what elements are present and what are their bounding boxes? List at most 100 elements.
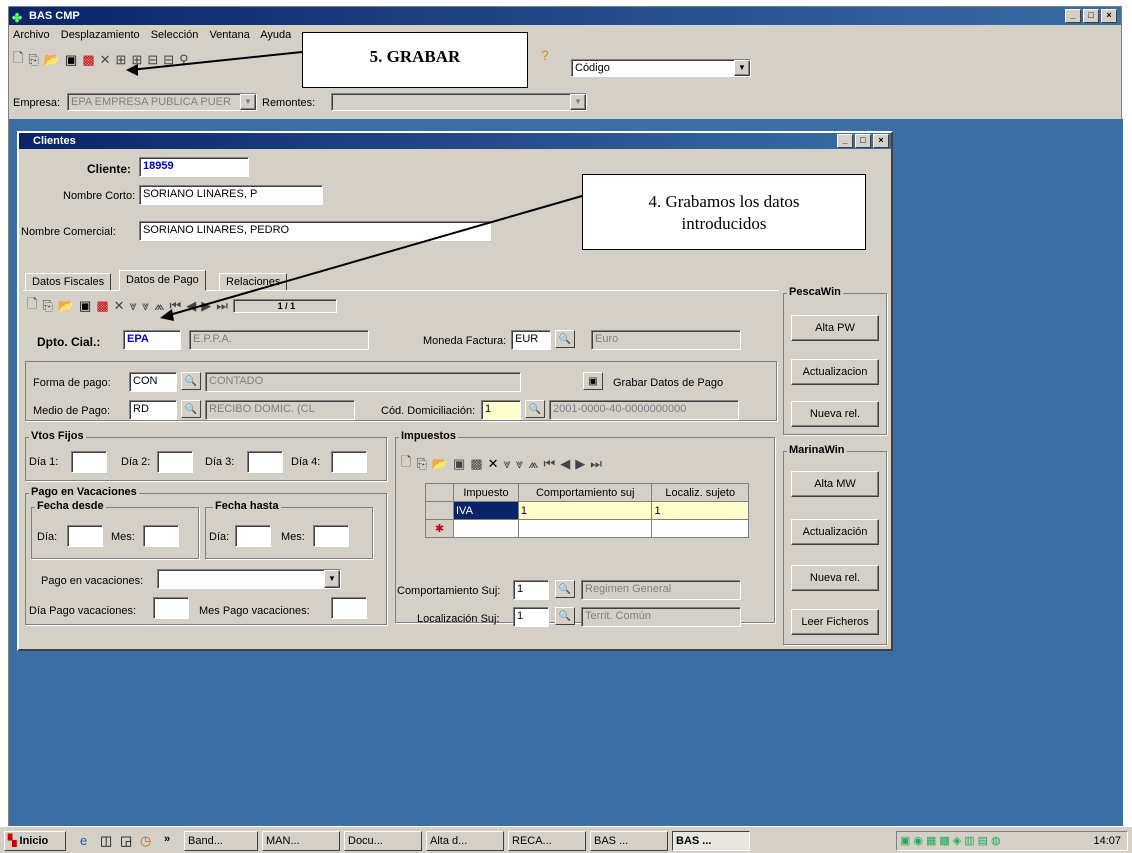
search-icon[interactable]: 🔍 [181,372,201,390]
search-icon[interactable]: 🔍 [181,400,201,418]
nueva-rel-mw-button[interactable]: Nueva rel. [791,565,879,591]
search-icon[interactable]: 🔍 [555,580,575,598]
clock-app-icon[interactable]: ◷ [140,833,151,849]
actualizacion-mw-button[interactable]: Actualización [791,519,879,545]
alta-mw-button[interactable]: Alta MW [791,471,879,497]
hasta-mes-field[interactable] [313,525,349,547]
desde-dia-field[interactable] [67,525,103,547]
grid3-icon[interactable]: ⊟ [147,52,158,68]
search-icon[interactable]: 🔍 [555,607,575,625]
desktop-icon[interactable]: ◫ [100,833,112,849]
task-docu[interactable]: Docu... [344,831,422,851]
prev-record-icon[interactable]: ◀ [560,456,570,472]
clientes-minimize-button[interactable]: _ [837,134,853,148]
task-alta[interactable]: Alta d... [426,831,504,851]
forma-field[interactable]: CON [129,372,177,392]
next-record-icon[interactable]: ▶ [201,298,211,314]
nombre-corto-field[interactable]: SORIANO LINARES, P [139,185,323,205]
close-button[interactable]: × [1101,9,1117,23]
menu-archivo[interactable]: Archivo [13,29,50,41]
loc-field[interactable]: 1 [513,607,549,627]
alta-pw-button[interactable]: Alta PW [791,315,879,341]
cell-empty[interactable] [453,519,519,538]
cell-comportamiento[interactable]: 1 [517,501,653,520]
task-bas2[interactable]: BAS ... [672,831,750,851]
cell-empty[interactable] [651,519,749,538]
filter-clear-icon[interactable]: ⩕ [154,298,164,314]
grid1-icon[interactable]: ⊞ [116,52,127,68]
dia3-field[interactable] [247,451,283,473]
next-record-icon[interactable]: ▶ [575,456,585,472]
chevron-down-icon[interactable]: ▼ [570,94,586,110]
dia2-field[interactable] [157,451,193,473]
menu-desplazamiento[interactable]: Desplazamiento [61,29,140,41]
tab-relaciones[interactable]: Relaciones [219,273,288,291]
clientes-close-button[interactable]: × [873,134,889,148]
mes-pago-vac-field[interactable] [331,597,367,619]
open-icon[interactable]: 📂 [432,456,448,472]
filter-icon[interactable]: ⩔ [130,298,137,314]
copy-icon[interactable]: ⎘ [416,456,426,472]
new-icon[interactable]: 🗋 [27,295,37,317]
filter2-icon[interactable]: ⩔ [142,298,149,314]
minimize-button[interactable]: _ [1065,9,1081,23]
codigo-select[interactable]: Código ▼ [571,59,751,77]
first-record-icon[interactable]: ⏮ [543,456,555,472]
quicklaunch-icon[interactable]: ◲ [120,833,132,849]
cell-empty[interactable] [517,519,653,538]
menu-ventana[interactable]: Ventana [209,29,249,41]
grid-header-comportamiento[interactable]: Comportamiento suj [517,483,653,502]
row-selector[interactable] [425,501,454,520]
cod-dom-field[interactable]: 1 [481,400,521,420]
chevron-down-icon[interactable]: ▼ [734,60,750,76]
empresa-field[interactable]: EPA EMPRESA PUBLICA PUER ▼ [67,93,257,111]
dia1-field[interactable] [71,451,107,473]
start-button[interactable]: ▚ Inicio [4,831,66,851]
save-icon[interactable]: ▣ [65,52,77,68]
nueva-rel-pw-button[interactable]: Nueva rel. [791,401,879,427]
dpto-field[interactable]: EPA [123,330,181,350]
binoculars-icon[interactable]: ⚲ [179,52,189,68]
grabar-datos-label[interactable]: Grabar Datos de Pago [613,377,723,389]
filter2-icon[interactable]: ⩔ [516,456,523,472]
delete-icon[interactable]: ✕ [114,298,125,314]
tab-datos-de-pago[interactable]: Datos de Pago [119,270,206,291]
pago-vac-select[interactable]: ▼ [157,569,341,589]
search-icon[interactable]: 🔍 [525,400,545,418]
open-icon[interactable]: 📂 [44,52,60,68]
cancel-save-icon[interactable]: ▩ [96,298,108,314]
task-bas1[interactable]: BAS ... [590,831,668,851]
cancel-save-icon[interactable]: ▩ [82,52,94,68]
grid2-icon[interactable]: ⊞ [131,52,142,68]
dia4-field[interactable] [331,451,367,473]
chevron-down-icon[interactable]: ▼ [324,570,340,588]
clientes-maximize-button[interactable]: □ [855,134,871,148]
menu-ayuda[interactable]: Ayuda [260,29,291,41]
menu-seleccion[interactable]: Selección [151,29,199,41]
tray-icons[interactable]: ▣◉▦▩◈▥▤◍ [900,835,1004,847]
maximize-button[interactable]: □ [1083,9,1099,23]
save-icon[interactable]: ▣ [79,298,91,314]
impuestos-grid[interactable]: Impuesto Comportamiento suj Localiz. suj… [425,483,749,538]
copy-icon[interactable]: ⎘ [42,298,52,314]
task-band[interactable]: Band... [184,831,258,851]
help-icon[interactable]: ? [541,47,549,63]
grid-header-impuesto[interactable]: Impuesto [453,483,519,502]
chevron-down-icon[interactable]: ▼ [240,94,256,110]
leer-ficheros-button[interactable]: Leer Ficheros [791,609,879,635]
prev-record-icon[interactable]: ◀ [186,298,196,314]
grid-header-localiz[interactable]: Localiz. sujeto [651,483,749,502]
tab-datos-fiscales[interactable]: Datos Fiscales [25,273,112,291]
task-reca[interactable]: RECA... [508,831,586,851]
cancel-save-icon[interactable]: ▩ [470,456,482,472]
filter-icon[interactable]: ⩔ [504,456,511,472]
desde-mes-field[interactable] [143,525,179,547]
table-row-new[interactable]: ✱ [425,519,749,538]
last-record-icon[interactable]: ⏭ [216,298,228,314]
search-icon[interactable]: 🔍 [555,330,575,348]
grid4-icon[interactable]: ⊟ [163,52,174,68]
delete-icon[interactable]: ✕ [488,456,499,472]
table-row[interactable]: IVA 1 1 [425,501,749,520]
task-man[interactable]: MAN... [262,831,340,851]
medio-field[interactable]: RD [129,400,177,420]
